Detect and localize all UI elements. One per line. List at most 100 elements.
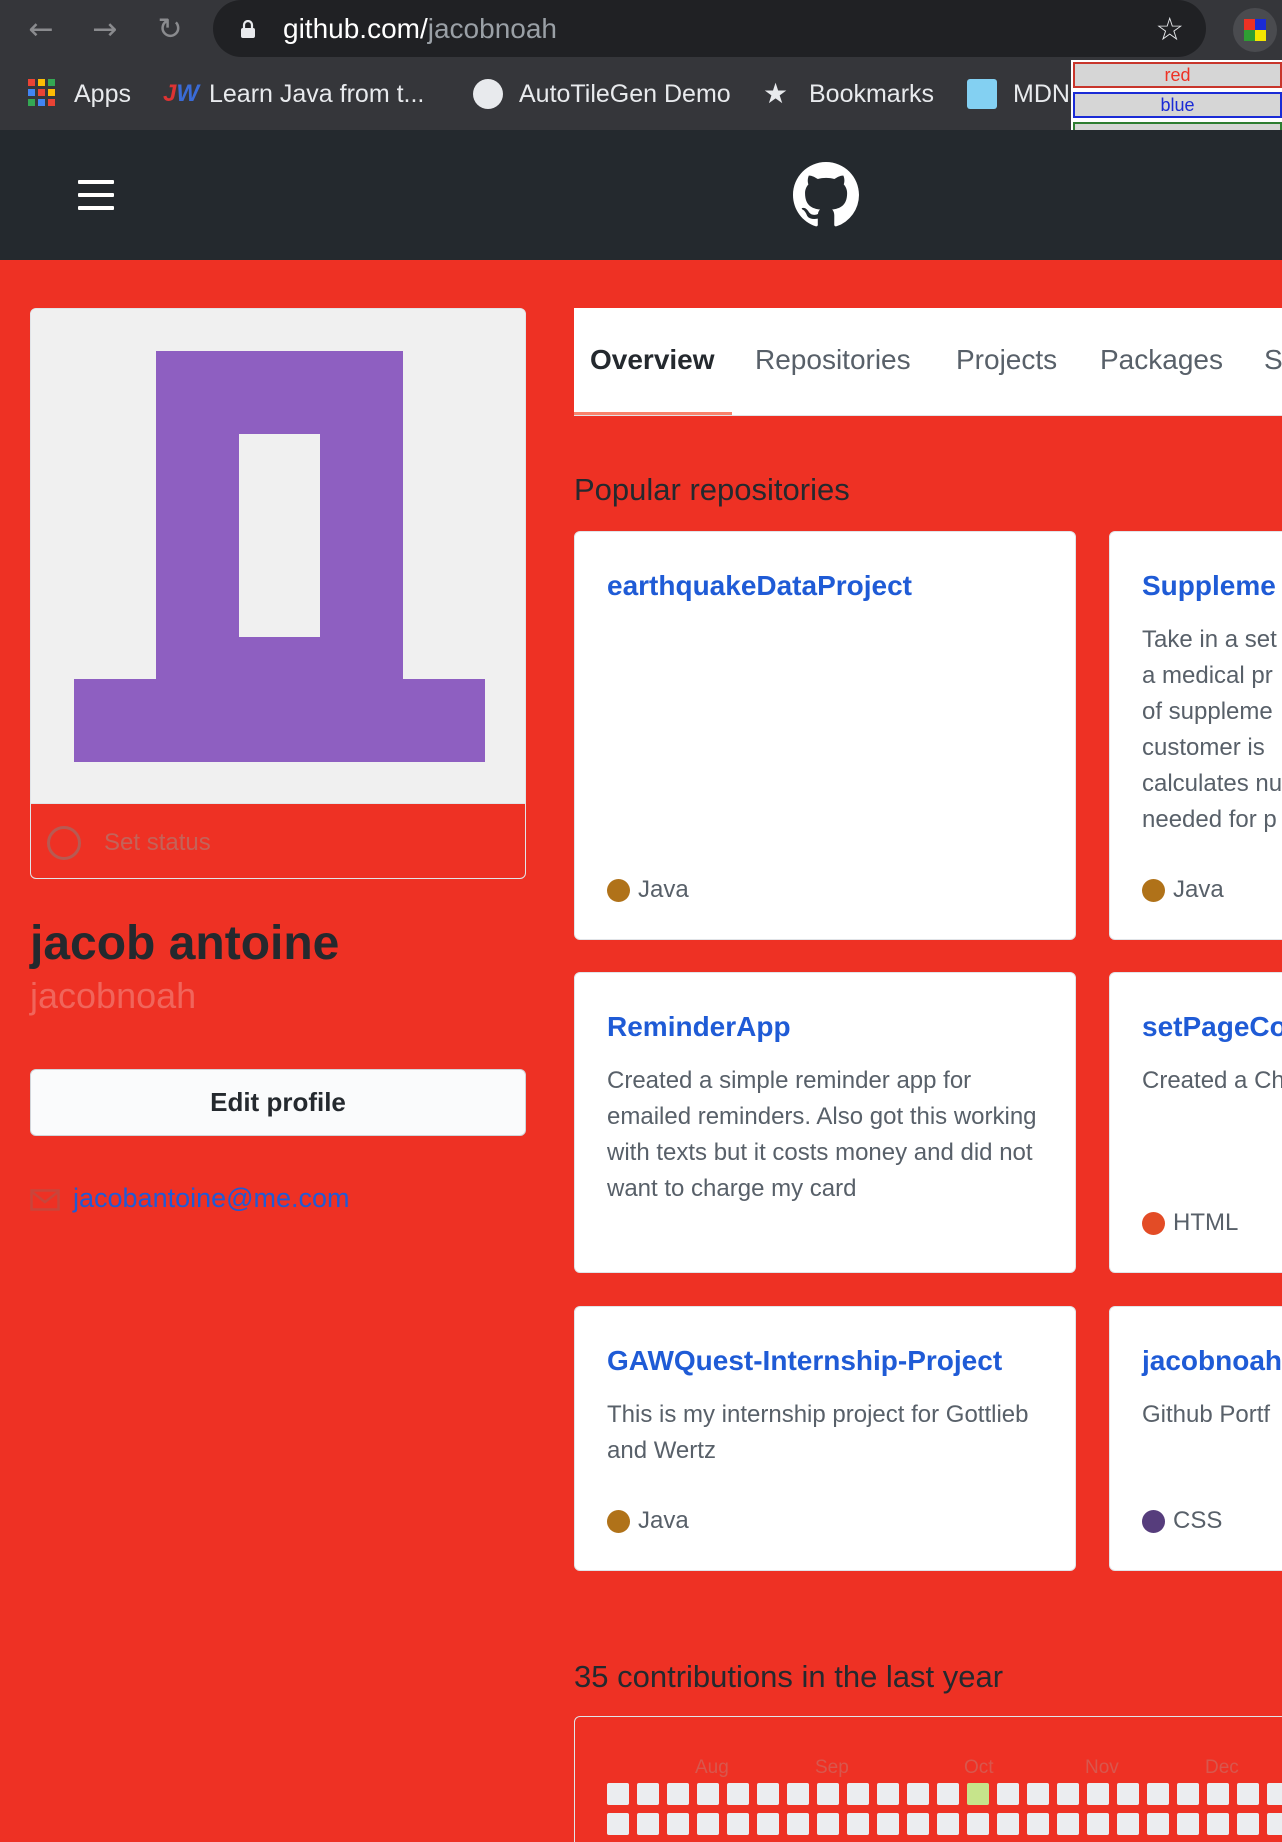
contribution-day-cell[interactable] (1027, 1783, 1049, 1805)
contribution-day-cell[interactable] (997, 1813, 1019, 1835)
contribution-day-cell[interactable] (667, 1783, 689, 1805)
repo-link[interactable]: GAWQuest-Internship-Project (607, 1345, 1002, 1377)
contribution-day-cell[interactable] (1177, 1783, 1199, 1805)
contribution-day-cell[interactable] (1267, 1813, 1282, 1835)
contribution-day-cell[interactable] (697, 1783, 719, 1805)
contribution-day-cell[interactable] (1237, 1813, 1259, 1835)
language-label: Java (1173, 876, 1224, 903)
repo-link[interactable]: Suppleme (1142, 570, 1276, 602)
contribution-day-cell[interactable] (877, 1783, 899, 1805)
contribution-day-cell[interactable] (1207, 1783, 1229, 1805)
avatar-card: Set status (30, 308, 526, 879)
contribution-day-cell[interactable] (787, 1813, 809, 1835)
month-label: Dec (1205, 1757, 1239, 1778)
contribution-day-cell[interactable] (1237, 1783, 1259, 1805)
contribution-day-cell[interactable] (637, 1813, 659, 1835)
contribution-day-cell[interactable] (997, 1783, 1019, 1805)
repo-card: earthquakeDataProject Java (574, 531, 1076, 940)
forward-arrow-icon[interactable]: → (85, 10, 125, 50)
repo-card: ReminderApp Created a simple reminder ap… (574, 972, 1076, 1273)
globe-icon (473, 79, 503, 109)
contribution-day-cell[interactable] (937, 1813, 959, 1835)
contribution-day-cell[interactable] (1087, 1813, 1109, 1835)
contribution-day-cell[interactable] (757, 1813, 779, 1835)
back-arrow-icon[interactable]: ← (21, 10, 61, 50)
contribution-day-cell[interactable] (1207, 1813, 1229, 1835)
bookmark-learn-java[interactable]: JW Learn Java from t... (163, 76, 424, 112)
contribution-day-cell[interactable] (817, 1813, 839, 1835)
repo-link[interactable]: jacobnoah (1142, 1345, 1282, 1377)
contribution-day-cell[interactable] (847, 1783, 869, 1805)
contribution-day-cell[interactable] (787, 1783, 809, 1805)
contributions-title: 35 contributions in the last year (574, 1659, 1004, 1694)
repo-card: setPageCo Created a Ch HTML (1109, 972, 1282, 1273)
bookmark-star-icon[interactable]: ☆ (1155, 10, 1184, 48)
tab-overview[interactable]: Overview (590, 344, 715, 376)
set-status-button[interactable]: Set status (31, 803, 525, 878)
contribution-day-cell[interactable] (637, 1783, 659, 1805)
month-label: Nov (1085, 1757, 1119, 1778)
contribution-day-cell[interactable] (1027, 1813, 1049, 1835)
github-logo-icon[interactable] (793, 162, 859, 228)
bookmark-autotilegen[interactable]: AutoTileGen Demo (473, 76, 731, 112)
color-extension-icon[interactable] (1233, 8, 1277, 52)
language-color-dot (1142, 1509, 1165, 1533)
color-option-red[interactable]: red (1073, 62, 1282, 88)
contribution-day-cell[interactable] (727, 1813, 749, 1835)
contribution-day-cell[interactable] (667, 1813, 689, 1835)
repo-description: Github Portf (1142, 1401, 1271, 1428)
repo-language: Java (607, 1507, 689, 1535)
tab-repositories[interactable]: Repositories (755, 344, 911, 376)
contribution-day-cell[interactable] (847, 1813, 869, 1835)
contribution-day-cell[interactable] (1267, 1783, 1282, 1805)
contribution-day-cell[interactable] (607, 1813, 629, 1835)
month-label: Oct (964, 1757, 994, 1778)
bookmark-folder[interactable]: ★ Bookmarks (763, 76, 934, 112)
jw-icon: JW (163, 80, 200, 107)
contribution-day-cell[interactable] (1117, 1783, 1139, 1805)
reload-icon[interactable]: ↻ (150, 10, 190, 50)
language-label: Java (638, 876, 689, 903)
repo-language: Java (1142, 876, 1224, 904)
contribution-day-cell[interactable] (1147, 1813, 1169, 1835)
contribution-day-cell[interactable] (1057, 1813, 1079, 1835)
contribution-day-cell[interactable] (1057, 1783, 1079, 1805)
contribution-day-cell[interactable] (817, 1783, 839, 1805)
browser-toolbar: ← → ↻ github.com/jacobnoah ☆ (0, 0, 1282, 60)
repo-link[interactable]: earthquakeDataProject (607, 570, 912, 602)
tab-stars[interactable]: S (1264, 344, 1282, 376)
contribution-day-cell[interactable] (877, 1813, 899, 1835)
profile-full-name: jacob antoine (30, 917, 340, 970)
repo-link[interactable]: setPageCo (1142, 1011, 1282, 1043)
bookmark-apps[interactable]: Apps (28, 76, 131, 112)
contribution-day-cell[interactable] (1117, 1813, 1139, 1835)
color-option-blue[interactable]: blue (1073, 92, 1282, 118)
address-bar[interactable]: github.com/jacobnoah ☆ (213, 0, 1206, 57)
contribution-day-cell[interactable] (907, 1813, 929, 1835)
contribution-day-cell[interactable] (967, 1813, 989, 1835)
bookmark-mdn[interactable]: MDN (967, 76, 1070, 112)
repo-link[interactable]: ReminderApp (607, 1011, 791, 1043)
github-header (0, 130, 1282, 260)
contribution-day-cell[interactable] (757, 1783, 779, 1805)
language-label: CSS (1173, 1507, 1223, 1534)
contribution-day-cell[interactable] (967, 1783, 989, 1805)
contribution-day-cell[interactable] (1147, 1783, 1169, 1805)
language-color-dot (607, 878, 630, 902)
contribution-day-cell[interactable] (937, 1783, 959, 1805)
contribution-day-cell[interactable] (1087, 1783, 1109, 1805)
edit-profile-button[interactable]: Edit profile (30, 1069, 526, 1136)
contribution-day-cell[interactable] (607, 1783, 629, 1805)
contribution-day-cell[interactable] (697, 1813, 719, 1835)
hamburger-menu-icon[interactable] (78, 180, 114, 210)
repo-description: Take in a set a medical pr of suppleme c… (1142, 626, 1282, 833)
avatar[interactable] (31, 309, 526, 803)
tab-packages[interactable]: Packages (1100, 344, 1223, 376)
language-color-dot (607, 1509, 630, 1533)
contribution-day-cell[interactable] (1177, 1813, 1199, 1835)
tab-projects[interactable]: Projects (956, 344, 1057, 376)
star-icon: ★ (763, 77, 789, 110)
email-link[interactable]: jacobantoine@me.com (73, 1183, 350, 1214)
contribution-day-cell[interactable] (907, 1783, 929, 1805)
contribution-day-cell[interactable] (727, 1783, 749, 1805)
